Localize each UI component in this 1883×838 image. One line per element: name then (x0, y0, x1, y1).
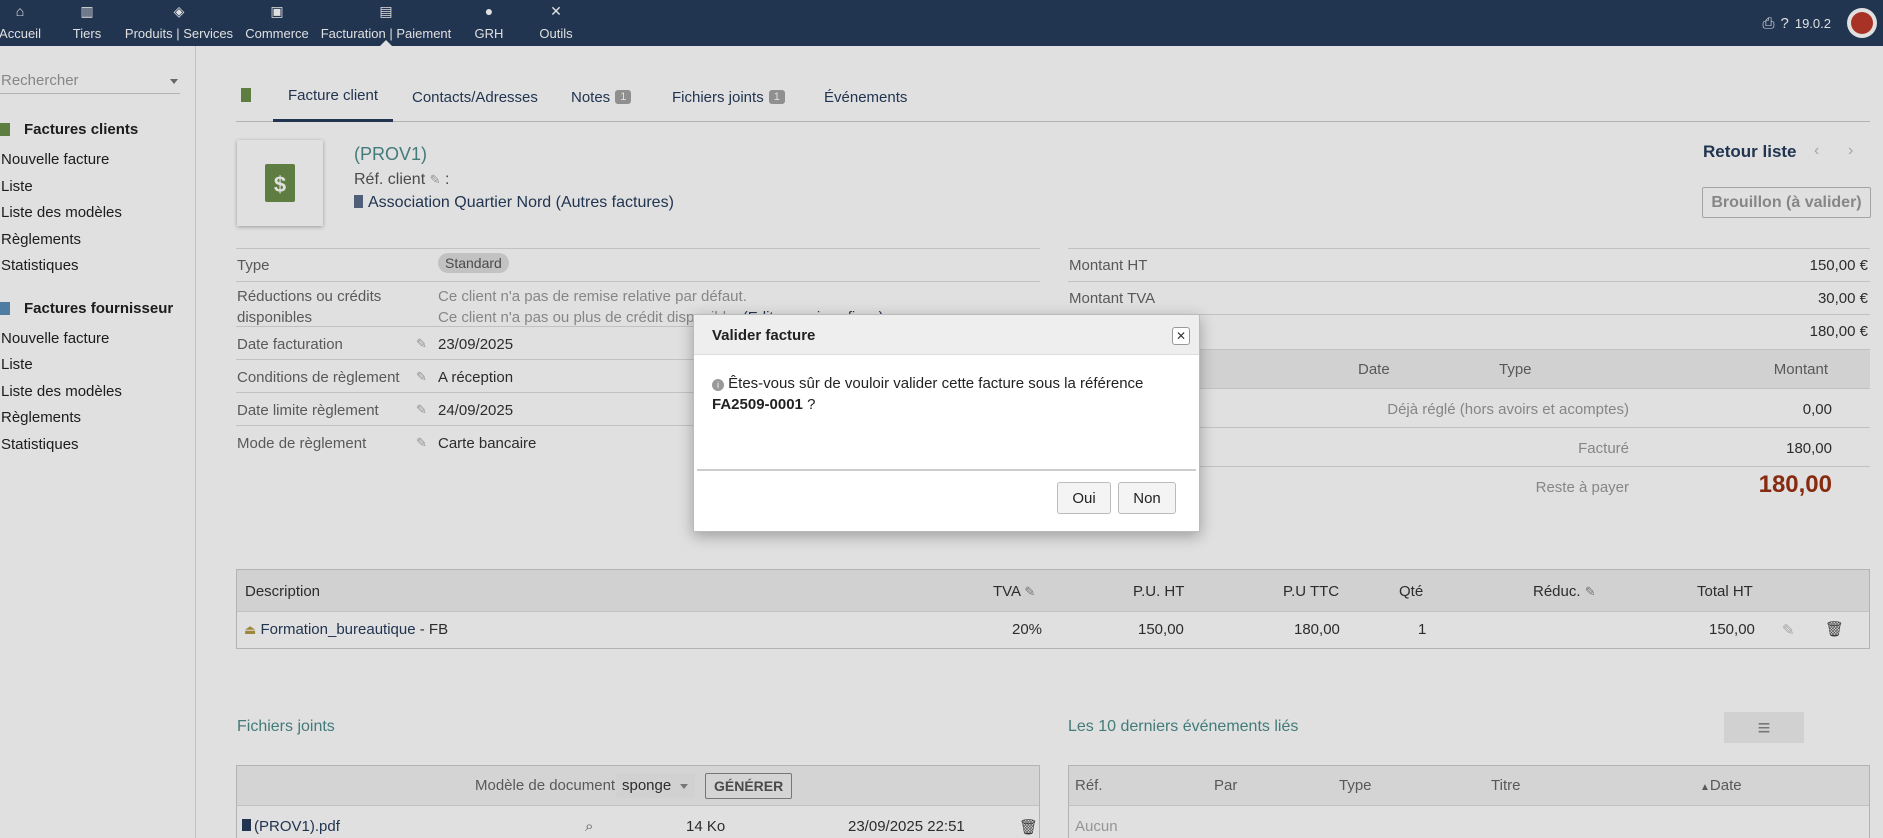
close-icon[interactable]: ✕ (1172, 327, 1190, 345)
dialog-separator (697, 469, 1196, 471)
no-button[interactable]: Non (1118, 482, 1176, 514)
dialog-title: Valider facture (712, 327, 816, 344)
validate-invoice-dialog: Valider facture ✕ i Êtes-vous sûr de vou… (693, 314, 1200, 532)
info-icon: i (712, 379, 724, 391)
dialog-message: i Êtes-vous sûr de vouloir valider cette… (712, 375, 1144, 413)
dialog-titlebar: Valider facture ✕ (694, 315, 1199, 355)
invoice-reference: FA2509-0001 (712, 396, 803, 413)
yes-button[interactable]: Oui (1057, 482, 1111, 514)
